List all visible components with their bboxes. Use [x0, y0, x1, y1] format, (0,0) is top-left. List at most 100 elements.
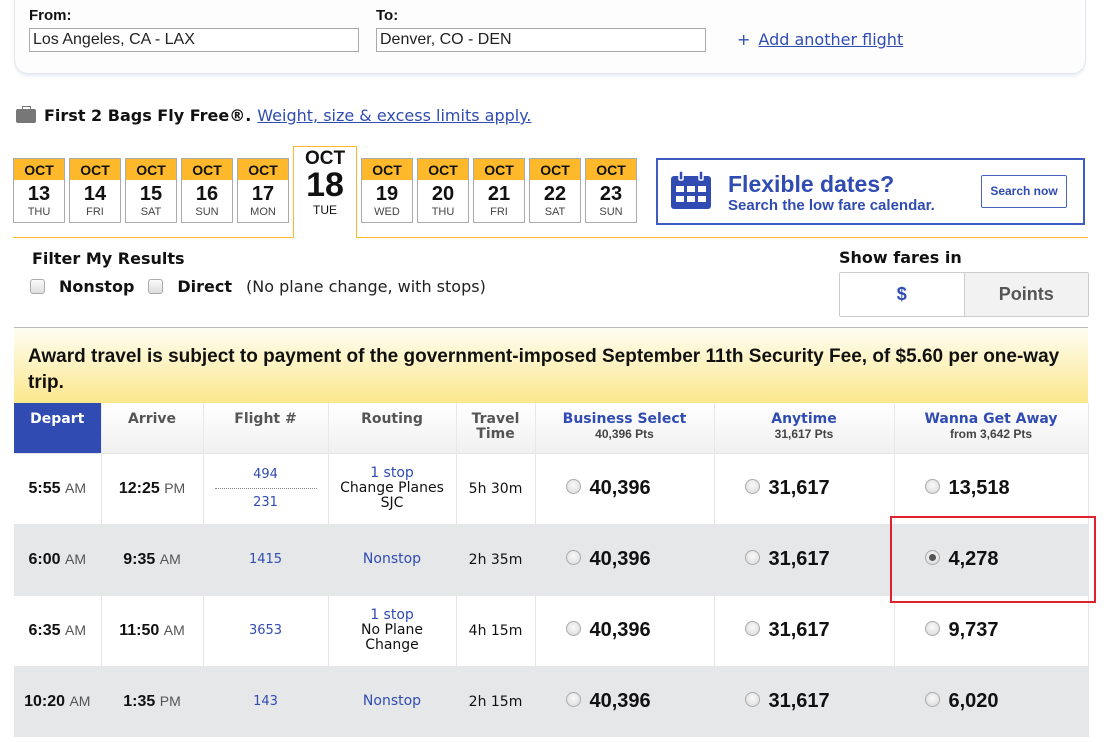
show-fares-title: Show fares in: [839, 248, 962, 267]
flights-table: Depart Arrive Flight # Routing Travel Tim…: [14, 403, 1089, 737]
fare-radio[interactable]: [924, 479, 940, 494]
business-select-fare[interactable]: 40,396: [535, 523, 715, 595]
routing-detail: SJC: [380, 495, 404, 511]
wanna-get-away-fare[interactable]: 9,737: [894, 594, 1089, 666]
nonstop-link[interactable]: Nonstop: [329, 552, 456, 567]
date-tab-oct-22[interactable]: OCT 22 SAT: [529, 158, 581, 223]
fare-radio[interactable]: [565, 621, 581, 636]
wanna-get-away-fare[interactable]: 13,518: [894, 452, 1089, 524]
routing-detail: Change: [365, 637, 419, 653]
travel-time-column-header[interactable]: Travel Time: [456, 403, 536, 453]
nonstop-checkbox[interactable]: [30, 279, 45, 294]
direct-checkbox[interactable]: [148, 279, 164, 294]
date-tab-oct-21[interactable]: OCT 21 FRI: [473, 158, 525, 223]
fare-radio-selected[interactable]: [924, 550, 940, 565]
routing-cell: Nonstop: [328, 665, 457, 737]
date-tab-oct-18-selected[interactable]: OCT 18 TUE: [293, 146, 357, 238]
arrive-column-header[interactable]: Arrive: [101, 403, 204, 453]
add-another-flight-label: Add another flight: [758, 30, 904, 49]
date-weekday: FRI: [490, 206, 508, 218]
flight-column-header[interactable]: Flight #: [203, 403, 329, 453]
arrive-ampm: PM: [159, 692, 181, 709]
flexible-dates-subtitle: Search the low fare calendar.: [728, 197, 935, 214]
routing-column-header[interactable]: Routing: [328, 403, 457, 453]
stops-link[interactable]: 1 stop: [329, 608, 456, 623]
depart-cell: 10:20 AM: [14, 665, 102, 737]
anytime-fare[interactable]: 31,617: [714, 452, 895, 524]
date-month: OCT: [70, 159, 120, 180]
flight-number-link[interactable]: 494: [204, 467, 328, 482]
travel-time: 2h 35m: [456, 523, 536, 595]
arrive-time: 12:25: [118, 479, 160, 497]
business-select-column-header[interactable]: Business Select 40,396 Pts: [535, 403, 715, 453]
anytime-fare[interactable]: 31,617: [714, 523, 895, 595]
nonstop-link[interactable]: Nonstop: [329, 694, 456, 709]
flexible-dates-banner[interactable]: Flexible dates? Search the low fare cale…: [656, 158, 1085, 225]
arrive-time: 1:35: [123, 692, 156, 710]
fare-radio[interactable]: [924, 692, 940, 708]
business-select-fare[interactable]: 40,396: [535, 452, 715, 524]
date-weekday: THU: [431, 206, 455, 218]
fare-points: 31,617: [768, 690, 830, 713]
fare-radio[interactable]: [565, 692, 581, 708]
depart-column-header[interactable]: Depart: [14, 403, 102, 453]
plus-icon: +: [737, 30, 751, 49]
arrive-ampm: PM: [164, 479, 186, 496]
fare-radio[interactable]: [744, 692, 760, 708]
fare-radio[interactable]: [924, 621, 940, 636]
date-month: OCT: [238, 159, 288, 180]
from-input[interactable]: [29, 28, 359, 52]
anytime-column-header[interactable]: Anytime 31,617 Pts: [714, 403, 895, 453]
date-tab-oct-23[interactable]: OCT 23 SUN: [585, 158, 637, 223]
flight-number-link[interactable]: 231: [204, 495, 328, 510]
travel-time: 5h 30m: [456, 452, 536, 524]
depart-cell: 6:00 AM: [14, 523, 102, 595]
fare-radio[interactable]: [744, 621, 760, 636]
to-input[interactable]: [376, 28, 706, 52]
fare-radio[interactable]: [744, 479, 760, 494]
depart-time: 6:00: [28, 550, 61, 568]
flight-number-cell: 143: [203, 665, 329, 737]
anytime-fare[interactable]: 31,617: [714, 665, 895, 737]
arrive-time: 11:50: [119, 621, 160, 639]
date-day: 20: [431, 183, 455, 205]
wanna-get-away-column-header[interactable]: Wanna Get Away from 3,642 Pts: [894, 403, 1089, 453]
depart-time: 6:35: [28, 621, 61, 639]
flight-number-link[interactable]: 143: [204, 694, 328, 709]
business-select-points: 40,396 Pts: [595, 427, 654, 441]
business-select-fare[interactable]: 40,396: [535, 594, 715, 666]
flight-number-cell: 494 231: [203, 452, 329, 524]
dollars-toggle-button[interactable]: $: [840, 273, 965, 316]
stops-link[interactable]: 1 stop: [329, 466, 456, 481]
wanna-get-away-fare[interactable]: 6,020: [894, 665, 1089, 737]
date-tab-oct-16[interactable]: OCT 16 SUN: [181, 158, 233, 223]
date-tab-oct-19[interactable]: OCT 19 WED: [361, 158, 413, 223]
bag-limits-link[interactable]: Weight, size & excess limits apply.: [257, 106, 531, 125]
date-day: 15: [139, 183, 163, 205]
fare-radio[interactable]: [744, 550, 760, 565]
wanna-get-away-fare-selected[interactable]: 4,278: [894, 523, 1089, 595]
calendar-icon: [671, 170, 711, 209]
flight-number-link[interactable]: 3653: [204, 623, 328, 638]
date-tab-oct-13[interactable]: OCT 13 THU: [13, 158, 65, 223]
date-tab-oct-20[interactable]: OCT 20 THU: [417, 158, 469, 223]
fare-points: 40,396: [589, 477, 651, 499]
add-another-flight-link[interactable]: + Add another flight: [737, 30, 903, 49]
flight-number-link[interactable]: 1415: [204, 552, 328, 567]
anytime-points: 31,617 Pts: [774, 427, 834, 441]
date-tab-oct-17[interactable]: OCT 17 MON: [237, 158, 289, 223]
business-select-fare[interactable]: 40,396: [535, 665, 715, 737]
date-tab-oct-14[interactable]: OCT 14 FRI: [69, 158, 121, 223]
date-tab-oct-15[interactable]: OCT 15 SAT: [125, 158, 177, 223]
date-day: 14: [83, 183, 107, 205]
date-weekday: WED: [374, 206, 400, 218]
fare-points: 31,617: [768, 477, 830, 499]
points-toggle-button[interactable]: Points: [964, 273, 1088, 316]
flight-divider: [214, 488, 317, 489]
anytime-fare[interactable]: 31,617: [714, 594, 895, 666]
travel-time: 2h 15m: [456, 665, 536, 737]
fare-points: 31,617: [768, 619, 830, 641]
search-now-button[interactable]: Search now: [981, 175, 1067, 208]
fare-radio[interactable]: [565, 479, 581, 494]
fare-radio[interactable]: [565, 550, 581, 565]
